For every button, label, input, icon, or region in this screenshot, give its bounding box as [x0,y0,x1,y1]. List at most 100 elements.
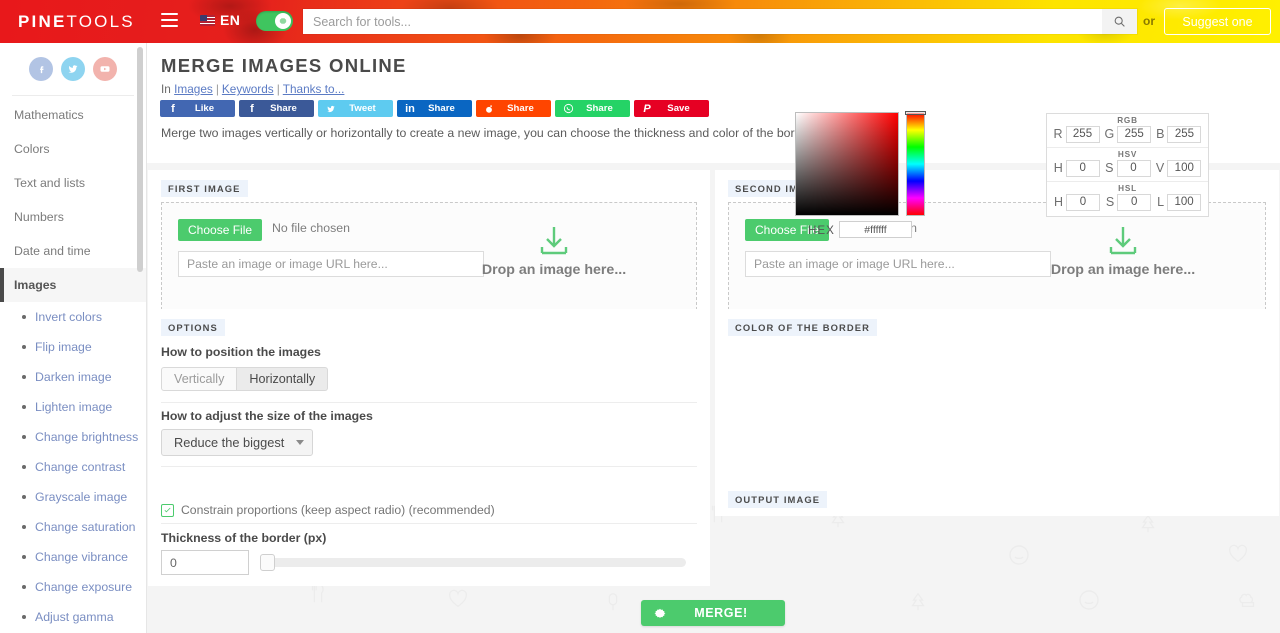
breadcrumb-link-keywords[interactable]: Keywords [222,82,274,96]
search-icon [1114,16,1125,27]
sidebar-item-colors[interactable]: Colors [0,132,146,166]
sidebar-tool-flip-image[interactable]: Flip image [0,332,146,362]
sidebar-item-date-and-time[interactable]: Date and time [0,234,146,268]
hsl-row: HSL H S L [1047,182,1208,216]
hsl-s-input[interactable] [1117,193,1152,211]
b-input[interactable] [1167,125,1202,143]
hue-bar[interactable] [906,112,925,216]
breadcrumb-prefix: In [161,82,171,96]
linkedin-icon: in [405,102,415,115]
saturation-value-box[interactable] [795,112,899,216]
position-label: How to position the images [161,345,321,359]
size-select[interactable]: Reduce the biggest [161,429,314,456]
thickness-label: Thickness of the border (px) [161,531,327,545]
sidebar-item-mathematics[interactable]: Mathematics [0,98,146,132]
bullet-icon [22,585,26,589]
hsv-s-input[interactable] [1116,159,1151,177]
share-buttons: f Like f Share Tweet in Share Share Share [160,100,709,117]
position-horizontally-button[interactable]: Horizontally [237,367,329,391]
sidebar-tool-label: Darken image [35,370,112,384]
hsv-v-input[interactable] [1167,159,1202,177]
sidebar-item-images[interactable]: Images [0,268,146,302]
main-content: MERGE IMAGES ONLINE In Images | Keywords | T… [147,43,1280,633]
position-segmented-control: Vertically Horizontally [161,367,329,391]
logo-pine: PINE [18,12,67,31]
rgb-fields: R G B [1047,125,1208,147]
reddit-share-button[interactable]: Share [476,100,551,117]
page-root: PINETOOLS EN or Suggest one [0,0,1280,633]
hex-input[interactable] [839,221,912,238]
color-panel: COLOR OF THE BORDER [715,309,1279,509]
breadcrumb-link-thanks-to[interactable]: Thanks to... [283,82,345,96]
youtube-icon[interactable] [93,57,117,81]
language-label[interactable]: EN [220,12,240,28]
options-divider [161,402,697,403]
sidebar-tool-grayscale-image[interactable]: Grayscale image [0,482,146,512]
twitter-icon[interactable] [61,57,85,81]
breadcrumb-link-images[interactable]: Images [174,82,213,96]
whatsapp-share-button[interactable]: Share [555,100,630,117]
facebook-icon[interactable] [29,57,53,81]
hamburger-icon[interactable] [161,13,178,28]
position-vertically-button[interactable]: Vertically [161,367,238,391]
hue-cursor[interactable] [905,111,926,115]
gear-icon [275,13,291,29]
r-input[interactable] [1065,125,1100,143]
sidebar-tool-change-exposure[interactable]: Change exposure [0,572,146,602]
second-image-dropzone[interactable]: Choose File No file chosen Drop an image… [728,202,1266,320]
suggest-one-button[interactable]: Suggest one [1164,8,1271,35]
sidebar-tool-lighten-image[interactable]: Lighten image [0,392,146,422]
site-logo[interactable]: PINETOOLS [18,12,135,32]
sidebar-item-text-and-lists[interactable]: Text and lists [0,166,146,200]
sidebar-tool-adjust-gamma[interactable]: Adjust gamma [0,602,146,632]
hsl-h-input[interactable] [1065,193,1100,211]
facebook-share-button[interactable]: f Share [239,100,314,117]
merge-button[interactable]: MERGE! [641,600,785,626]
g-label: G [1104,127,1115,141]
first-image-dropzone[interactable]: Choose File No file chosen Drop an image… [161,202,697,320]
output-tag: OUTPUT IMAGE [728,491,828,508]
search-input[interactable] [303,10,1102,33]
g-input[interactable] [1117,125,1152,143]
sidebar-item-numbers[interactable]: Numbers [0,200,146,234]
hsl-h-label: H [1053,195,1063,209]
search-button[interactable] [1102,9,1137,34]
sidebar-scrollbar-thumb[interactable] [137,47,143,272]
sidebar-divider [12,95,134,96]
linkedin-share-button[interactable]: in Share [397,100,472,117]
twitter-tweet-button[interactable]: Tweet [318,100,393,117]
sidebar-tool-darken-image[interactable]: Darken image [0,362,146,392]
first-choose-file-button[interactable]: Choose File [178,219,263,241]
sidebar-tool-label: Invert colors [35,310,102,324]
constrain-proportions-label: Constrain proportions (keep aspect radio… [181,503,495,517]
facebook-like-button[interactable]: f Like [160,100,235,117]
top-bar: PINETOOLS EN or Suggest one [0,0,1280,43]
thickness-input[interactable] [161,550,249,575]
thickness-slider[interactable] [260,554,686,571]
sidebar-tool-change-contrast[interactable]: Change contrast [0,452,146,482]
pinterest-save-button[interactable]: P Save [634,100,709,117]
bullet-icon [22,375,26,379]
search-bar[interactable] [303,9,1137,34]
bullet-icon [22,525,26,529]
settings-toggle[interactable] [256,11,293,31]
popsicle-doodle [608,593,618,611]
constrain-proportions-checkbox[interactable] [161,503,174,517]
hex-label: HEX [808,224,835,237]
thickness-slider-thumb[interactable] [260,554,275,571]
sidebar-tool-change-brightness[interactable]: Change brightness [0,422,146,452]
sidebar-tool-change-vibrance[interactable]: Change vibrance [0,542,146,572]
sidebar-tool-label: Lighten image [35,400,113,414]
rgb-header: RGB [1117,116,1138,125]
hsv-fields: H S V [1047,159,1208,181]
constrain-proportions-row[interactable]: Constrain proportions (keep aspect radio… [161,503,495,517]
hsv-h-input[interactable] [1065,159,1100,177]
reddit-icon [482,104,496,114]
tree-doodle [911,592,925,611]
or-label: or [1143,14,1155,28]
hsl-l-input[interactable] [1167,193,1202,211]
first-image-panel: FIRST IMAGE Choose File No file chosen D… [148,170,710,332]
sidebar-tool-change-saturation[interactable]: Change saturation [0,512,146,542]
sidebar-tool-label: Change contrast [35,460,126,474]
sidebar-tool-invert-colors[interactable]: Invert colors [0,302,146,332]
